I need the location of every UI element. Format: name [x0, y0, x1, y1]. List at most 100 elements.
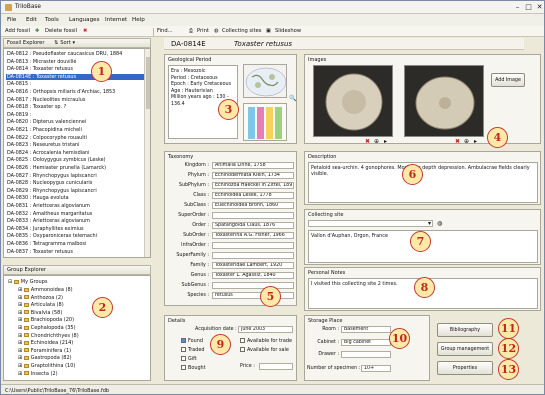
- group-item[interactable]: ⊞ Ammonoidea (8): [18, 287, 73, 293]
- group-item[interactable]: ⊞ Foraminifera (1): [18, 348, 71, 354]
- description-text[interactable]: Petaloid sea-urchin. 4 gonophores. Moder…: [308, 162, 538, 203]
- collecting-site-select[interactable]: [308, 220, 433, 227]
- taxonomy-field[interactable]: [212, 212, 294, 219]
- cabinet-field[interactable]: Big cabinet: [341, 339, 391, 346]
- taxonomy-field[interactable]: Toxasteridae Lambert, 1920: [212, 262, 294, 269]
- fossil-list-item[interactable]: DA-0827 : Rhynchopygus lapiscancri: [7, 173, 97, 179]
- bought-checkbox[interactable]: Bought: [181, 365, 206, 371]
- fossil-image-2[interactable]: [404, 65, 484, 137]
- fossil-list-item[interactable]: DA-0821 : Phacopidina micheli: [7, 127, 82, 133]
- sort-button[interactable]: Sort: [60, 40, 71, 46]
- group-item[interactable]: ⊞ Bivalvia (58): [18, 310, 62, 316]
- taxonomy-field[interactable]: Echinoidea Leske, 1778: [212, 192, 294, 199]
- group-item[interactable]: ⊞ Graptolithina (10): [18, 363, 75, 369]
- taxonomy-field[interactable]: [212, 242, 294, 249]
- fossil-list-item[interactable]: DA-0835 : Oxyparoniceras telemachi: [7, 233, 97, 239]
- fossil-list-item[interactable]: DA-0822 : Colpocoryphe rouaulti: [7, 135, 87, 141]
- taxonomy-field[interactable]: Spatangoida Claus, 1876: [212, 222, 294, 229]
- fossil-list-item[interactable]: DA-0813 : Micraster douvillé: [7, 59, 76, 65]
- next-image-icon[interactable]: ▸: [474, 138, 477, 145]
- delete-fossil-button[interactable]: Delete fossil: [45, 28, 77, 34]
- gift-checkbox[interactable]: Gift: [181, 356, 197, 362]
- fossil-list-item[interactable]: DA-0817 : Nucleolites micraulus: [7, 97, 85, 103]
- print-button[interactable]: Print: [197, 28, 209, 34]
- fossil-list-item[interactable]: DA-0825 : Ooloygygus zymbicus (Leske): [7, 157, 106, 163]
- bibliography-button[interactable]: Bibliography: [437, 323, 493, 337]
- taxonomy-field[interactable]: Echinozoa Haeckel in Zittel, 189: [212, 182, 294, 189]
- available-sale-checkbox[interactable]: Available for sale: [240, 347, 289, 353]
- menu-internet[interactable]: Internet: [105, 17, 127, 23]
- taxonomy-field[interactable]: Animalia Linné, 1758: [212, 162, 294, 169]
- fossil-list-item[interactable]: DA-0823 : Neseuretus tristani: [7, 142, 79, 148]
- group-root[interactable]: ⊟ My Groups: [8, 279, 48, 285]
- taxonomy-field[interactable]: Toxasterina A.G. Fisher, 1966: [212, 232, 294, 239]
- fossil-list-scrollbar[interactable]: [144, 49, 150, 257]
- fossil-list-item[interactable]: DA-0814E : Toxaster retusus: [6, 73, 144, 80]
- fossil-list-item[interactable]: DA-0819 :: [7, 112, 31, 118]
- add-image-button[interactable]: Add Image: [491, 73, 525, 87]
- acquisition-date-field[interactable]: june 2003: [238, 326, 293, 333]
- group-item[interactable]: ⊞ Anthozoa (2): [18, 295, 63, 301]
- taxonomy-field[interactable]: Toxaster L. Agassiz, 1840: [212, 272, 294, 279]
- properties-button[interactable]: Properties: [437, 361, 493, 375]
- delete-image-icon[interactable]: ✖: [365, 138, 370, 145]
- taxonomy-field[interactable]: retusus: [212, 292, 294, 299]
- fossil-list-item[interactable]: DA-0836 : Tetragramma malbosi: [7, 241, 86, 247]
- close-icon[interactable]: ✕: [535, 3, 544, 11]
- taxonomy-field[interactable]: Euechinoidea Bronn, 1860: [212, 202, 294, 209]
- group-item[interactable]: ⊞ Chondrichthyes (8): [18, 333, 79, 339]
- globe-icon[interactable]: ◍: [437, 220, 442, 227]
- maximize-icon[interactable]: □: [524, 3, 533, 11]
- taxonomy-field[interactable]: [212, 282, 294, 289]
- group-item[interactable]: ⊞ Gastropoda (82): [18, 355, 72, 361]
- fossil-list-item[interactable]: DA-0826 : Hemiaster prunella (Lamarck): [7, 165, 106, 171]
- fossil-list-item[interactable]: DA-0820 : Dipterus valenciennei: [7, 119, 86, 125]
- fossil-list-item[interactable]: DA-0831 : Ariettceras algovianum: [7, 203, 90, 209]
- taxonomy-field[interactable]: [212, 252, 294, 259]
- fossil-list-item[interactable]: DA-0837 : Toxaster retusus: [7, 249, 73, 255]
- slideshow-button[interactable]: Slideshow: [275, 28, 301, 34]
- fossil-list-item[interactable]: DA-0812 : Pseudoflaster caucasicus DRU, …: [7, 51, 122, 57]
- zoom-image-icon[interactable]: ⊕: [464, 138, 469, 145]
- fossil-image-1[interactable]: [313, 65, 393, 137]
- group-item[interactable]: ⊞ Cephalopoda (35): [18, 325, 76, 331]
- fossil-list-item[interactable]: DA-0833 : Ariettceras algovianum: [7, 218, 90, 224]
- drawer-field[interactable]: [341, 351, 391, 358]
- traded-checkbox[interactable]: Traded: [181, 347, 205, 353]
- fossil-list-item[interactable]: DA-0834 : Juraphyllites eximius: [7, 226, 84, 232]
- menu-help[interactable]: Help: [132, 17, 145, 23]
- fossil-list-item[interactable]: DA-0832 : Amaltheus margaritatus: [7, 211, 92, 217]
- find-button[interactable]: Find...: [157, 28, 173, 34]
- fossil-list-item[interactable]: DA-0814 : Toxaster retusus: [7, 66, 73, 72]
- menu-edit[interactable]: Edit: [26, 17, 37, 23]
- fossil-list-item[interactable]: DA-0816 : Orthopsis miliaris d'Archiac, …: [7, 89, 115, 95]
- stratigraphy-chart[interactable]: [243, 103, 287, 141]
- collecting-sites-button[interactable]: Collecting sites: [222, 28, 262, 34]
- price-field[interactable]: [259, 363, 293, 370]
- fossil-list-item[interactable]: DA-0818 : Toxaster sp. ?: [7, 104, 66, 110]
- group-tree[interactable]: ⊟ My Groups ⊞ Ammonoidea (8) ⊞ Anthozoa (…: [3, 275, 151, 381]
- chevron-down-icon[interactable]: ▾: [428, 220, 431, 227]
- globe-map[interactable]: [243, 64, 287, 98]
- menu-languages[interactable]: Languages: [69, 17, 100, 23]
- fossil-list-item[interactable]: DA-0828 : Nucleopygus cunicularis: [7, 180, 92, 186]
- group-item[interactable]: ⊞ Echinoidea (214): [18, 340, 73, 346]
- found-checkbox[interactable]: Found: [181, 338, 203, 344]
- group-item[interactable]: ⊞ Insecta (2): [18, 371, 58, 377]
- fossil-list[interactable]: DA-0812 : Pseudoflaster caucasicus DRU, …: [3, 48, 151, 258]
- specimens-field[interactable]: 10+: [361, 365, 391, 372]
- fossil-list-item[interactable]: DA-0815 :: [7, 81, 31, 87]
- group-management-button[interactable]: Group management: [437, 342, 493, 356]
- delete-image-icon[interactable]: ✖: [455, 138, 460, 145]
- next-image-icon[interactable]: ▸: [384, 138, 387, 145]
- minimize-icon[interactable]: –: [513, 3, 522, 11]
- scrollbar-thumb[interactable]: [146, 57, 150, 109]
- menu-tools[interactable]: Tools: [45, 17, 59, 23]
- available-trade-checkbox[interactable]: Available for trade: [240, 338, 292, 344]
- zoom-image-icon[interactable]: ⊕: [374, 138, 379, 145]
- magnify-icon[interactable]: 🔍: [289, 95, 296, 102]
- fossil-list-item[interactable]: DA-0824 : Acrocalenia hemisdiani: [7, 150, 90, 156]
- group-item[interactable]: ⊞ Articulata (8): [18, 302, 64, 308]
- fossil-list-item[interactable]: DA-0830 : Hauga evoluta: [7, 195, 69, 201]
- add-fossil-button[interactable]: Add fossil: [5, 28, 30, 34]
